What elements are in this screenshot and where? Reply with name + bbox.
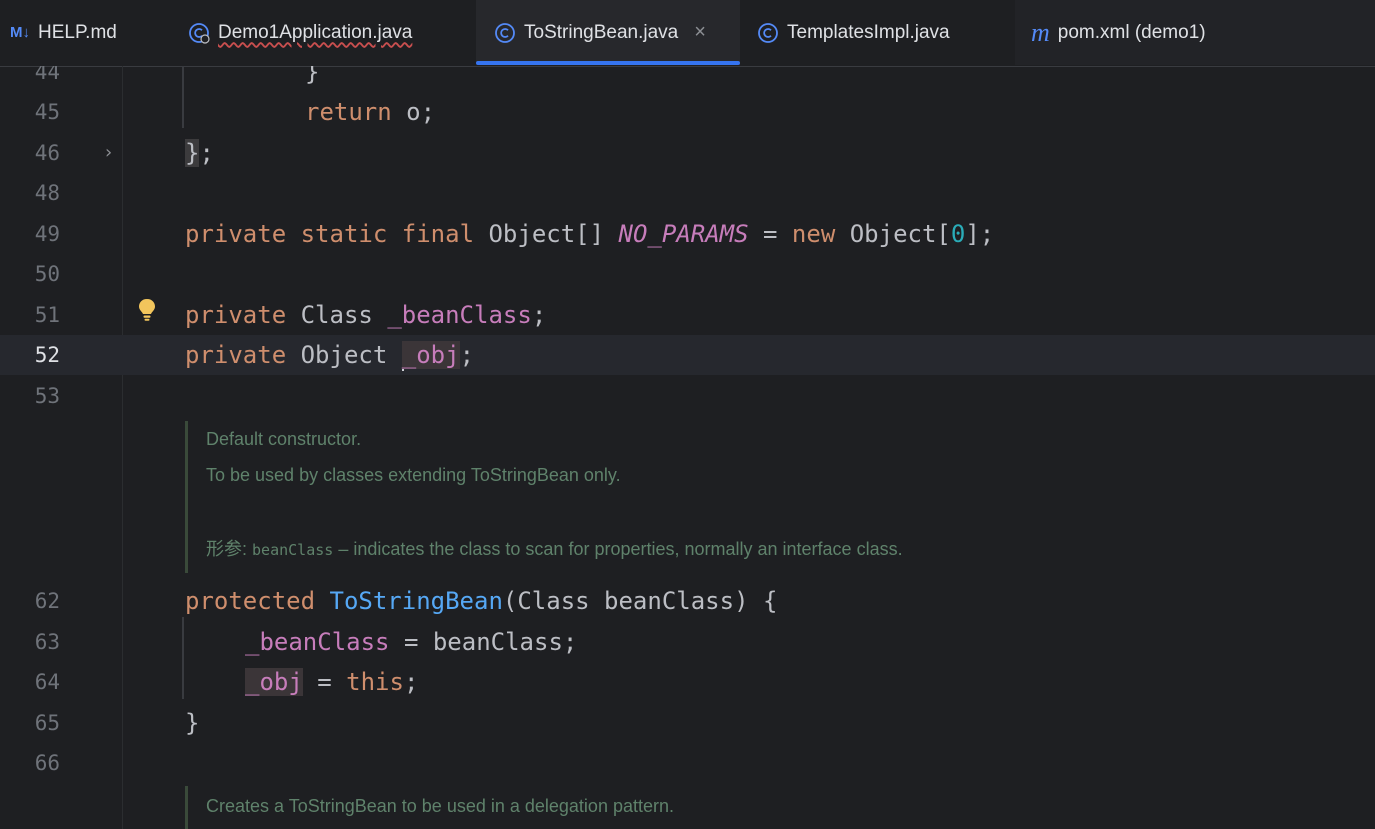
- code-text: return o;: [305, 92, 435, 132]
- javadoc-rendered: Default constructor. To be used by class…: [185, 421, 903, 573]
- keyword: final: [401, 220, 475, 248]
- keyword: protected: [185, 587, 316, 615]
- code-token: ;: [403, 668, 419, 696]
- code-line-64: 64 _obj = this;: [0, 662, 1375, 702]
- code-text: private static final Object[] NO_PARAMS …: [185, 214, 994, 254]
- field-name: _obj: [245, 668, 303, 696]
- tab-tostringbean[interactable]: ToStringBean.java ×: [476, 0, 740, 65]
- code-token: =: [302, 668, 347, 696]
- code-line-48: 48: [0, 173, 1375, 213]
- line-number: 64: [34, 670, 60, 694]
- keyword-return: return: [305, 98, 392, 126]
- code-token: (Class beanClass) {: [502, 587, 778, 615]
- method-name: ToStringBean: [329, 587, 503, 615]
- code-line-50: 50: [0, 254, 1375, 294]
- doc-text: To be used by classes extending ToString…: [206, 465, 621, 485]
- code-line-66: 66: [0, 743, 1375, 783]
- code-line-46: 46 › };: [0, 133, 1375, 173]
- code-editor[interactable]: 44 } 45 return o; 46 › }; 48 49 private …: [0, 66, 1375, 829]
- code-line-51: 51 private Class _beanClass;: [0, 295, 1375, 335]
- tab-pom-xml[interactable]: m pom.xml (demo1): [1015, 0, 1375, 65]
- line-number: 44: [34, 66, 60, 84]
- param-label: 形参:: [206, 539, 248, 559]
- code-text: private Class _beanClass;: [185, 295, 546, 335]
- line-number: 62: [34, 589, 60, 613]
- line-number: 63: [34, 630, 60, 654]
- tab-label: TemplatesImpl.java: [787, 21, 950, 43]
- line-number: 49: [34, 222, 60, 246]
- java-class-icon: [494, 22, 516, 44]
- tab-label: pom.xml (demo1): [1057, 21, 1206, 43]
- tab-demo1application[interactable]: Demo1Application.java: [188, 0, 412, 65]
- number-literal: 0: [950, 220, 966, 248]
- doc-param: 形参: beanClass – indicates the class to s…: [206, 529, 903, 570]
- tab-label: ToStringBean.java: [524, 21, 679, 43]
- code-token: Class: [300, 301, 373, 329]
- tab-templatesimpl[interactable]: TemplatesImpl.java: [757, 0, 950, 65]
- code-token: ;: [459, 341, 475, 369]
- keyword: private: [185, 341, 287, 369]
- code-token: ;: [531, 301, 547, 329]
- brace-match: }: [185, 139, 200, 167]
- code-token: Object: [300, 341, 388, 369]
- code-token: ;: [199, 139, 214, 167]
- doc-text: Creates a ToStringBean to be used in a d…: [206, 796, 674, 816]
- code-line-53: 53: [0, 376, 1375, 416]
- line-number: 53: [34, 384, 60, 408]
- close-icon[interactable]: ×: [694, 21, 706, 44]
- code-line-49: 49 private static final Object[] NO_PARA…: [0, 214, 1375, 254]
- line-number: 51: [34, 303, 60, 327]
- code-token: ];: [965, 220, 995, 248]
- code-text: private Object _obj;: [185, 335, 474, 375]
- code-line-45: 45 return o;: [0, 92, 1375, 132]
- field-name: _beanClass: [387, 301, 532, 329]
- code-token: = beanClass;: [389, 628, 578, 656]
- line-number: 46: [34, 141, 60, 165]
- code-text: protected ToStringBean(Class beanClass) …: [185, 581, 777, 621]
- javadoc-rendered: Creates a ToStringBean to be used in a d…: [185, 786, 674, 829]
- code-text: _obj = this;: [245, 662, 418, 702]
- code-line-63: 63 _beanClass = beanClass;: [0, 622, 1375, 662]
- doc-text: Default constructor.: [206, 429, 362, 449]
- keyword: private: [185, 301, 287, 329]
- code-line-52: 52 private Object _obj;: [0, 335, 1375, 375]
- code-token: =: [763, 220, 778, 248]
- tab-help-md[interactable]: M↓ HELP.md: [10, 0, 117, 65]
- editor-tab-bar: M↓ HELP.md Demo1Application.java ToStrin…: [0, 0, 1375, 67]
- field-name: _obj: [401, 341, 460, 369]
- keyword: private: [185, 220, 287, 248]
- code-text: }: [305, 66, 320, 86]
- code-line-44: 44 }: [0, 66, 1375, 92]
- java-class-icon: [757, 22, 779, 44]
- code-text: _beanClass = beanClass;: [245, 622, 577, 662]
- line-number: 45: [34, 100, 60, 124]
- lightbulb-icon[interactable]: [136, 297, 158, 327]
- java-class-icon: [188, 22, 210, 44]
- code-token: Object[: [849, 220, 951, 248]
- code-text: };: [185, 133, 214, 173]
- line-number: 66: [34, 751, 60, 775]
- keyword: static: [300, 220, 388, 248]
- field-name: _beanClass: [245, 628, 390, 656]
- param-name: beanClass: [252, 541, 334, 559]
- keyword: this: [346, 668, 404, 696]
- code-line-62: 62 protected ToStringBean(Class beanClas…: [0, 581, 1375, 621]
- param-desc: – indicates the class to scan for proper…: [333, 539, 903, 559]
- tab-label: HELP.md: [38, 21, 117, 43]
- line-number: 52: [34, 343, 60, 367]
- code-token: Object[]: [488, 220, 605, 248]
- line-number: 65: [34, 711, 60, 735]
- line-number: 48: [34, 181, 60, 205]
- code-text: }: [185, 709, 200, 737]
- constant-name: NO_PARAMS: [618, 220, 749, 248]
- markdown-icon: M↓: [10, 24, 30, 41]
- chevron-right-icon[interactable]: ›: [103, 133, 114, 173]
- maven-icon: m: [1031, 17, 1050, 47]
- code-token: o;: [391, 98, 436, 126]
- line-number: 50: [34, 262, 60, 286]
- tab-label: Demo1Application.java: [218, 21, 413, 43]
- keyword: new: [791, 220, 836, 248]
- code-line-65: 65 }: [0, 703, 1375, 743]
